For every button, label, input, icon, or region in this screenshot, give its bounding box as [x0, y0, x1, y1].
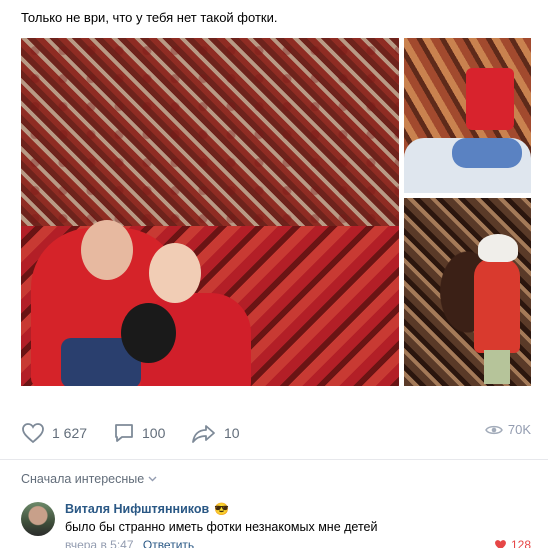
comment-like-button[interactable]: 128: [494, 538, 531, 548]
comment-like-count: 128: [510, 538, 531, 548]
chevron-down-icon: [148, 476, 157, 482]
heart-icon: [495, 540, 506, 548]
share-icon: [192, 425, 215, 443]
like-button[interactable]: 1 627: [21, 422, 87, 444]
post-actions-bar: 1 627 100 10 70K: [21, 422, 531, 444]
eye-icon: [485, 425, 503, 434]
share-button[interactable]: 10: [191, 422, 240, 444]
share-count: 10: [224, 425, 240, 441]
post-photo-top-right[interactable]: [404, 38, 531, 193]
comment-icon: [115, 424, 133, 442]
post-photo-bottom-right[interactable]: [404, 198, 531, 386]
post-text: Только не ври, что у тебя нет такой фотк…: [21, 10, 278, 25]
comment-count: 100: [142, 425, 166, 441]
heart-icon: [22, 423, 44, 444]
comment-time[interactable]: вчера в 5:47: [65, 538, 134, 548]
sort-label: Сначала интересные: [21, 472, 145, 486]
avatar[interactable]: [21, 502, 55, 536]
post-photo-main[interactable]: [21, 38, 399, 386]
comment-meta: вчера в 5:47 Ответить: [65, 538, 194, 548]
comment-author[interactable]: Виталя Нифштянников 😎: [65, 502, 229, 516]
reply-link[interactable]: Ответить: [143, 538, 194, 548]
comment-author-name[interactable]: Виталя Нифштянников: [65, 502, 209, 516]
divider: [0, 459, 548, 460]
author-status-emoji: 😎: [214, 502, 230, 516]
comments-sort-dropdown[interactable]: Сначала интересные: [21, 472, 157, 486]
like-count: 1 627: [52, 425, 88, 441]
comment-button[interactable]: 100: [113, 422, 165, 444]
views-counter: 70K: [485, 422, 531, 437]
comment-text: было бы странно иметь фотки незнакомых м…: [65, 520, 378, 534]
views-count: 70K: [507, 422, 531, 437]
